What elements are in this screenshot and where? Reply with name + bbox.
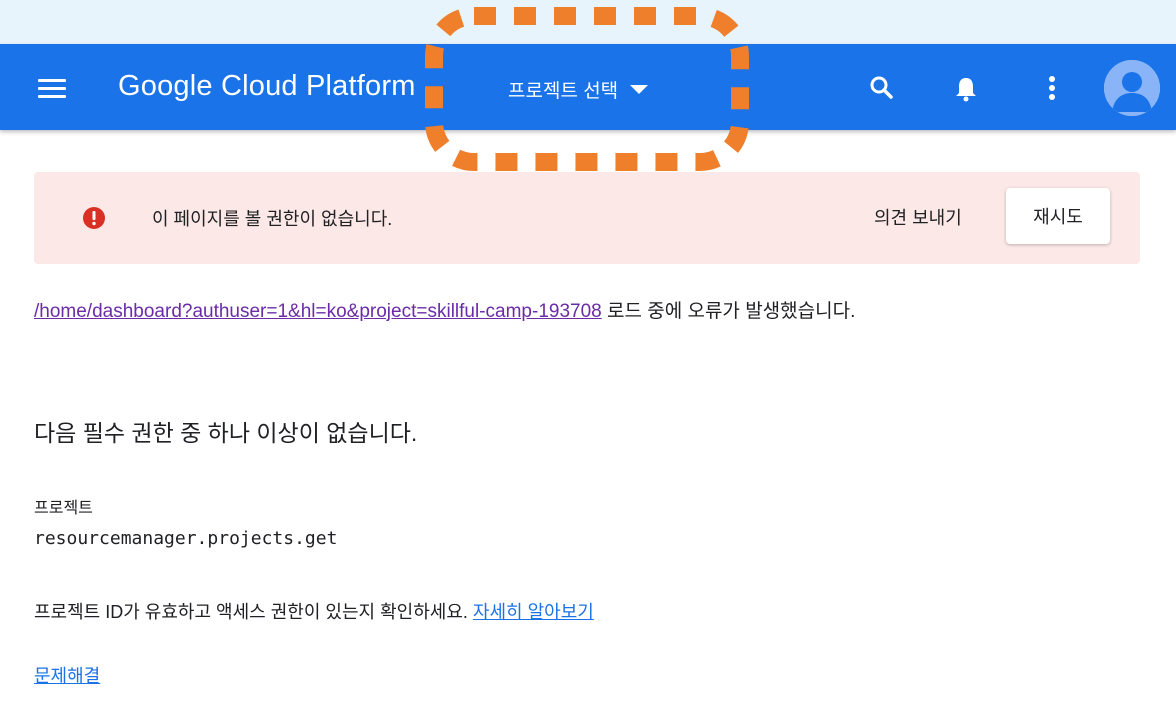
error-message: /home/dashboard?authuser=1&hl=ko&project… bbox=[34, 296, 964, 328]
error-message-suffix: 로드 중에 오류가 발생했습니다. bbox=[601, 301, 856, 322]
account-avatar-icon[interactable] bbox=[1104, 60, 1160, 116]
troubleshoot-link[interactable]: 문제해결 bbox=[34, 662, 100, 688]
hint-message: 프로젝트 ID가 유효하고 액세스 권한이 있는지 확인하세요. bbox=[34, 602, 473, 622]
alert-message: 이 페이지를 볼 권한이 없습니다. bbox=[152, 209, 393, 229]
hint-text: 프로젝트 ID가 유효하고 액세스 권한이 있는지 확인하세요. 자세히 알아보… bbox=[34, 598, 594, 624]
permission-group-label: 프로젝트 bbox=[34, 500, 93, 517]
project-picker-label: 프로젝트 선택 bbox=[508, 80, 619, 102]
search-icon[interactable] bbox=[860, 66, 904, 110]
missing-permissions-heading: 다음 필수 권한 중 하나 이상이 없습니다. bbox=[34, 420, 418, 446]
learn-more-link[interactable]: 자세히 알아보기 bbox=[473, 602, 594, 622]
send-feedback-link[interactable]: 의견 보내기 bbox=[874, 204, 962, 230]
retry-button[interactable]: 재시도 bbox=[1006, 188, 1110, 244]
top-strip bbox=[0, 0, 1176, 44]
permission-name: resourcemanager.projects.get bbox=[34, 528, 338, 549]
app-title: Google Cloud Platform bbox=[118, 70, 416, 102]
error-url-link[interactable]: /home/dashboard?authuser=1&hl=ko&project… bbox=[34, 301, 602, 322]
hamburger-menu-icon[interactable] bbox=[32, 72, 72, 104]
app-bar: Google Cloud Platform 프로젝트 선택 bbox=[0, 44, 1176, 130]
permission-alert: 이 페이지를 볼 권한이 없습니다. 의견 보내기 재시도 bbox=[34, 172, 1140, 264]
chevron-down-icon bbox=[630, 84, 649, 94]
error-icon bbox=[83, 207, 105, 229]
more-vert-icon[interactable] bbox=[1030, 66, 1074, 110]
project-picker[interactable]: 프로젝트 선택 bbox=[508, 74, 649, 104]
error-details: /home/dashboard?authuser=1&hl=ko&project… bbox=[34, 296, 1134, 328]
bell-icon[interactable] bbox=[944, 66, 988, 110]
